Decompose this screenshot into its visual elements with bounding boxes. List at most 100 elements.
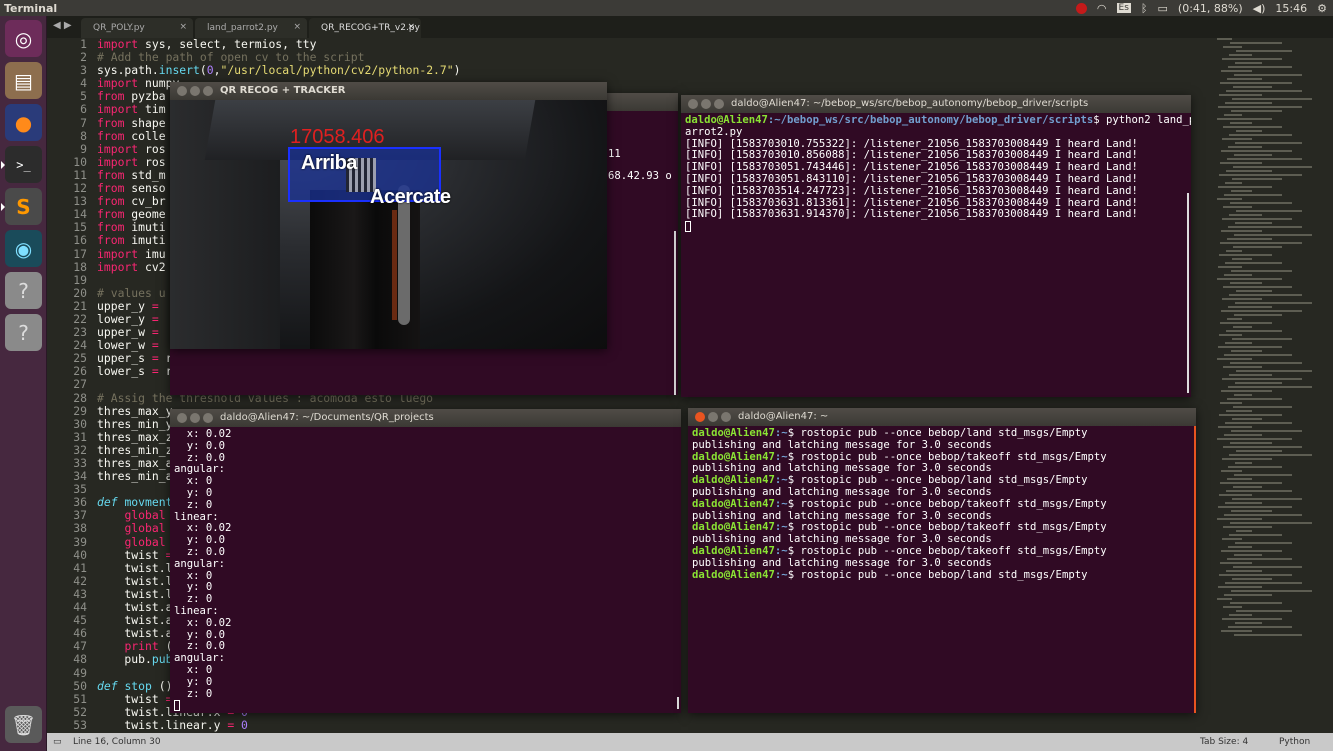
close-icon[interactable] xyxy=(177,86,187,96)
camera-app-icon[interactable]: ◉ xyxy=(5,230,42,267)
minimap-line xyxy=(1223,446,1302,448)
wifi-icon[interactable]: ◠ xyxy=(1097,2,1107,15)
prompt-user: daldo@Alien47 xyxy=(685,114,768,126)
firefox-icon[interactable]: ● xyxy=(5,104,42,141)
tab-scroll-arrows-icon[interactable]: ◀ ▶ xyxy=(53,20,72,31)
scrollbar[interactable] xyxy=(1187,193,1189,393)
minimap-line xyxy=(1223,606,1242,608)
tab-land-parrot2[interactable]: land_parrot2.py × xyxy=(195,18,307,38)
minimap[interactable] xyxy=(1217,38,1317,638)
minimap-line xyxy=(1232,498,1302,500)
minimap-line xyxy=(1232,98,1312,100)
battery-status[interactable]: (0:41, 88%) xyxy=(1178,2,1243,15)
maximize-icon[interactable] xyxy=(714,99,724,109)
editor-tab-bar: ◀ ▶ QR_POLY.py × land_parrot2.py × QR_RECO… xyxy=(47,16,1333,38)
minimap-line xyxy=(1224,354,1292,356)
terminal-text: 11 xyxy=(608,148,621,160)
minimap-line xyxy=(1229,614,1252,616)
maximize-icon[interactable] xyxy=(203,86,213,96)
keyboard-layout-indicator[interactable]: Es xyxy=(1116,3,1131,13)
close-icon[interactable] xyxy=(177,413,187,423)
line-number: 38 xyxy=(73,521,87,536)
minimize-icon[interactable] xyxy=(190,413,200,423)
minimap-line xyxy=(1225,422,1292,424)
line-number: 30 xyxy=(73,416,87,431)
prompt-path: :~ xyxy=(774,497,788,510)
window-titlebar[interactable]: daldo@Alien47: ~/Documents/QR_projects xyxy=(170,409,681,427)
line-number: 51 xyxy=(73,691,87,706)
scrollbar[interactable] xyxy=(674,231,676,395)
minimap-line xyxy=(1235,542,1292,544)
unknown-app-icon[interactable]: ? xyxy=(5,314,42,351)
maximize-icon[interactable] xyxy=(203,413,213,423)
window-titlebar[interactable]: daldo@Alien47: ~/bebop_ws/src/bebop_auto… xyxy=(681,95,1191,113)
tab-qr-recog[interactable]: QR_RECOG+TR_v2.py × xyxy=(309,18,421,38)
window-titlebar[interactable]: daldo@Alien47: ~ xyxy=(688,408,1196,426)
ubuntu-dash-icon[interactable]: ◎ xyxy=(5,20,42,57)
maximize-icon[interactable] xyxy=(721,412,731,422)
minimize-icon[interactable] xyxy=(708,412,718,422)
terminal-window-listener[interactable]: daldo@Alien47: ~/bebop_ws/src/bebop_auto… xyxy=(681,95,1191,397)
prompt-user: daldo@Alien47 xyxy=(692,474,775,487)
close-icon[interactable]: × xyxy=(407,22,415,32)
minimize-icon[interactable] xyxy=(701,99,711,109)
minimap-line xyxy=(1227,158,1302,160)
camera-window[interactable]: QR RECOG + TRACKER 17058.406 Arriba Acer… xyxy=(170,82,607,349)
volume-icon[interactable]: ◀) xyxy=(1253,2,1266,15)
close-icon[interactable]: × xyxy=(179,22,187,32)
minimap-line xyxy=(1235,622,1262,624)
trash-icon[interactable]: 🗑 xyxy=(5,706,42,743)
scrollbar[interactable] xyxy=(677,697,679,709)
tab-size[interactable]: Tab Size: 4 xyxy=(1200,737,1248,747)
line-number: 41 xyxy=(73,560,87,575)
minimap-line xyxy=(1228,386,1312,388)
minimap-line xyxy=(1227,398,1282,400)
minimap-line xyxy=(1228,626,1292,628)
minimap-line xyxy=(1219,414,1282,416)
terminal-window-twist[interactable]: daldo@Alien47: ~/Documents/QR_projects x… xyxy=(170,409,681,713)
window-title: daldo@Alien47: ~/Documents/QR_projects xyxy=(220,412,434,423)
files-icon[interactable]: ▤ xyxy=(5,62,42,99)
unknown-app-icon[interactable]: ? xyxy=(5,272,42,309)
minimap-line xyxy=(1233,486,1262,488)
panel-toggle-icon[interactable]: ▭ xyxy=(53,737,62,747)
terminal-body[interactable]: daldo@Alien47:~/bebop_ws/src/bebop_auton… xyxy=(681,113,1191,397)
record-indicator-icon[interactable] xyxy=(1075,2,1087,14)
close-icon[interactable]: × xyxy=(293,22,301,32)
window-titlebar[interactable]: QR RECOG + TRACKER xyxy=(170,82,607,100)
minimap-line xyxy=(1223,126,1282,128)
minimap-line xyxy=(1230,602,1282,604)
minimap-line xyxy=(1223,206,1252,208)
terminal-output: publishing and latching message for 3.0 … xyxy=(692,462,992,475)
minimap-line xyxy=(1229,134,1292,136)
bluetooth-icon[interactable]: ᛒ xyxy=(1141,2,1148,15)
terminal-body[interactable]: daldo@Alien47 :~ $ rostopic pub --once beb… xyxy=(688,426,1196,713)
minimap-line xyxy=(1217,598,1232,600)
minimap-line xyxy=(1222,378,1302,380)
close-icon[interactable] xyxy=(695,412,705,422)
minimap-line xyxy=(1231,190,1252,192)
minimap-line xyxy=(1223,46,1242,48)
terminal-icon[interactable]: >_ xyxy=(1,146,42,183)
clock[interactable]: 15:46 xyxy=(1275,2,1307,15)
sublime-text-icon[interactable]: S xyxy=(1,188,42,225)
minimize-icon[interactable] xyxy=(190,86,200,96)
terminal-window-rostopic[interactable]: daldo@Alien47: ~ daldo@Alien47 :~ $ rostop… xyxy=(688,408,1196,713)
battery-icon[interactable]: ▭ xyxy=(1158,2,1168,15)
minimap-line xyxy=(1226,410,1252,412)
minimap-line xyxy=(1218,266,1242,268)
settings-gear-icon[interactable]: ⚙ xyxy=(1317,2,1327,15)
minimap-line xyxy=(1231,510,1272,512)
minimap-line xyxy=(1219,174,1302,176)
minimap-line xyxy=(1219,334,1242,336)
line-number: 28 xyxy=(73,390,87,405)
tab-qr-poly[interactable]: QR_POLY.py × xyxy=(81,18,193,38)
terminal-command: $ rostopic pub --once bebop/land std_msg… xyxy=(787,474,1088,487)
terminal-command: $ rostopic pub --once bebop/takeoff std_… xyxy=(787,450,1107,463)
syntax-mode[interactable]: Python xyxy=(1279,737,1310,747)
terminal-body[interactable]: x: 0.02 y: 0.0 z: 0.0 angular: x: 0 y: 0… xyxy=(170,427,681,713)
line-number: 48 xyxy=(73,652,87,667)
minimap-line xyxy=(1236,130,1262,132)
minimap-line xyxy=(1231,270,1292,272)
close-icon[interactable] xyxy=(688,99,698,109)
